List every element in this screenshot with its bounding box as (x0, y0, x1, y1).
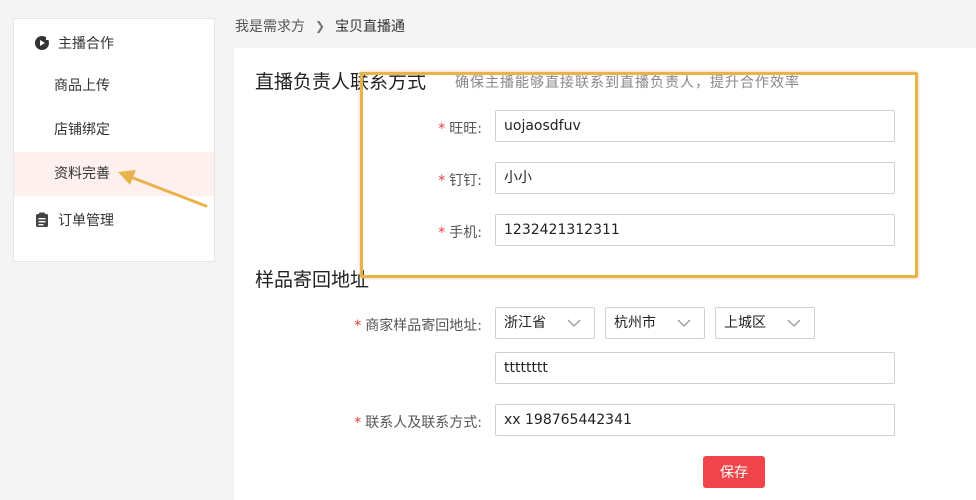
chevron-down-icon (787, 319, 801, 327)
required-mark: * (438, 173, 446, 189)
breadcrumb: 我是需求方 ❯ 宝贝直播通 (235, 16, 405, 36)
sidebar-group-anchor-cooperation[interactable]: 主播合作 (34, 33, 114, 53)
wangwang-label: * 旺旺: (438, 121, 482, 137)
province-value: 浙江省 (504, 315, 546, 331)
breadcrumb-current: 宝贝直播通 (335, 19, 406, 35)
play-circle-icon (34, 35, 50, 51)
dingding-label: * 钉钉: (438, 173, 482, 189)
chevron-down-icon (677, 319, 691, 327)
sidebar-group-order-management[interactable]: 订单管理 (34, 210, 114, 230)
sample-section-title: 样品寄回地址 (255, 269, 370, 291)
sidebar-group-label: 订单管理 (58, 213, 114, 229)
sidebar: 主播合作 商品上传 店铺绑定 资料完善 订单管理 (13, 18, 215, 262)
contact-section-hint: 确保主播能够直接联系到直播负责人，提升合作效率 (455, 75, 800, 91)
contact-person-input[interactable]: xx 198765442341 (495, 404, 895, 436)
required-mark: * (354, 415, 362, 431)
sidebar-item-profile-complete[interactable]: 资料完善 (14, 152, 214, 196)
sidebar-group-label: 主播合作 (58, 36, 114, 52)
clipboard-icon (34, 212, 50, 228)
save-button[interactable]: 保存 (703, 456, 765, 488)
chevron-down-icon (567, 319, 581, 327)
city-value: 杭州市 (614, 315, 656, 331)
sidebar-item-product-upload[interactable]: 商品上传 (14, 64, 214, 108)
required-mark: * (354, 318, 362, 334)
sidebar-item-label: 商品上传 (54, 78, 110, 94)
sample-address-label: * 商家样品寄回地址: (354, 318, 482, 334)
required-mark: * (438, 121, 446, 137)
phone-input[interactable]: 1232421312311 (495, 214, 895, 246)
sidebar-item-store-binding[interactable]: 店铺绑定 (14, 108, 214, 152)
detail-address-input[interactable]: tttttttt (495, 352, 895, 384)
sidebar-item-label: 资料完善 (54, 166, 110, 182)
city-select[interactable]: 杭州市 (605, 307, 705, 339)
breadcrumb-root[interactable]: 我是需求方 (235, 16, 305, 36)
chevron-right-icon: ❯ (315, 19, 326, 33)
dingding-input[interactable]: 小小 (495, 162, 895, 194)
contact-person-label: * 联系人及联系方式: (354, 415, 482, 431)
district-value: 上城区 (724, 315, 766, 331)
contact-section-title: 直播负责人联系方式 (255, 71, 427, 93)
province-select[interactable]: 浙江省 (495, 307, 595, 339)
sidebar-item-label: 店铺绑定 (54, 122, 110, 138)
required-mark: * (438, 225, 446, 241)
phone-label: * 手机: (438, 225, 482, 241)
district-select[interactable]: 上城区 (715, 307, 815, 339)
wangwang-input[interactable]: uojaosdfuv (495, 110, 895, 142)
